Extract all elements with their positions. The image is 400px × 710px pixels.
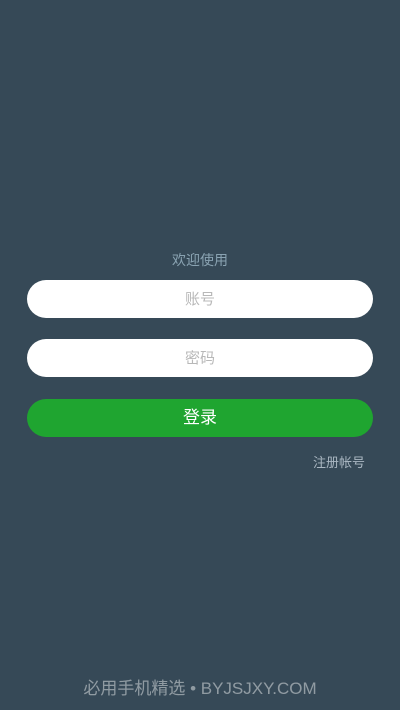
register-link[interactable]: 注册帐号 [313,454,365,474]
password-input[interactable] [27,339,373,377]
welcome-text: 欢迎使用 [172,253,228,269]
login-button[interactable]: 登录 [27,399,373,437]
watermark: 必用手机精选 • BYJSJXY.COM [83,679,317,698]
account-input[interactable] [27,280,373,318]
